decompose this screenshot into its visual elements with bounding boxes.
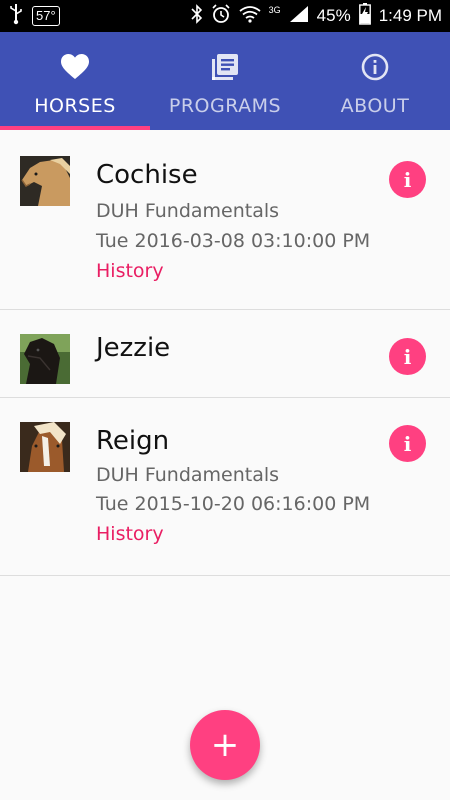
horse-list: Cochise DUH Fundamentals Tue 2016-03-08 … <box>0 130 450 576</box>
horse-program: DUH Fundamentals <box>96 464 280 486</box>
info-circle-icon <box>361 53 389 81</box>
bluetooth-icon <box>191 3 203 29</box>
battery-charging-icon <box>358 2 371 30</box>
info-button[interactable]: i <box>389 425 426 462</box>
history-link[interactable]: History <box>96 523 164 545</box>
horse-photo <box>20 156 70 206</box>
tab-horses[interactable]: HORSES <box>0 32 150 130</box>
tab-about-label: ABOUT <box>340 95 410 117</box>
signal-icon <box>289 5 309 28</box>
horse-session-date: Tue 2015-10-20 06:16:00 PM <box>96 493 371 515</box>
add-horse-button[interactable]: + <box>190 710 260 780</box>
tab-programs[interactable]: PROGRAMS <box>150 32 300 130</box>
heart-icon <box>61 53 89 81</box>
horse-name: Reign <box>96 426 170 456</box>
info-button[interactable]: i <box>389 161 426 198</box>
history-link[interactable]: History <box>96 260 164 282</box>
tab-programs-label: PROGRAMS <box>168 95 282 117</box>
info-icon: i <box>403 431 412 456</box>
network-type-label: 3G <box>268 5 281 15</box>
horse-list-item[interactable]: Reign DUH Fundamentals Tue 2015-10-20 06… <box>0 398 450 576</box>
wifi-icon <box>239 5 261 28</box>
clock-time: 1:49 PM <box>378 6 442 25</box>
tab-about[interactable]: ABOUT <box>300 32 450 130</box>
horse-list-item[interactable]: Cochise DUH Fundamentals Tue 2016-03-08 … <box>0 130 450 310</box>
horse-photo <box>20 334 70 384</box>
horse-list-item[interactable]: Jezzie i <box>0 310 450 398</box>
alarm-icon <box>211 3 231 29</box>
app-bar-tabs: HORSES PROGRAMS ABOUT <box>0 32 450 130</box>
plus-icon: + <box>210 725 240 765</box>
tab-horses-label: HORSES <box>34 95 116 117</box>
info-button[interactable]: i <box>389 338 426 375</box>
temperature-indicator: 57° <box>32 6 60 26</box>
horse-photo <box>20 422 70 472</box>
horse-program: DUH Fundamentals <box>96 200 280 222</box>
status-bar: 57° 3G 45% 1:49 PM <box>0 0 450 32</box>
info-icon: i <box>403 344 412 369</box>
horse-name: Cochise <box>96 160 198 190</box>
battery-percent: 45% <box>316 6 351 25</box>
list-book-icon <box>212 53 238 81</box>
horse-name: Jezzie <box>96 333 171 363</box>
info-icon: i <box>403 167 412 192</box>
usb-icon <box>8 3 24 30</box>
horse-session-date: Tue 2016-03-08 03:10:00 PM <box>96 230 371 252</box>
